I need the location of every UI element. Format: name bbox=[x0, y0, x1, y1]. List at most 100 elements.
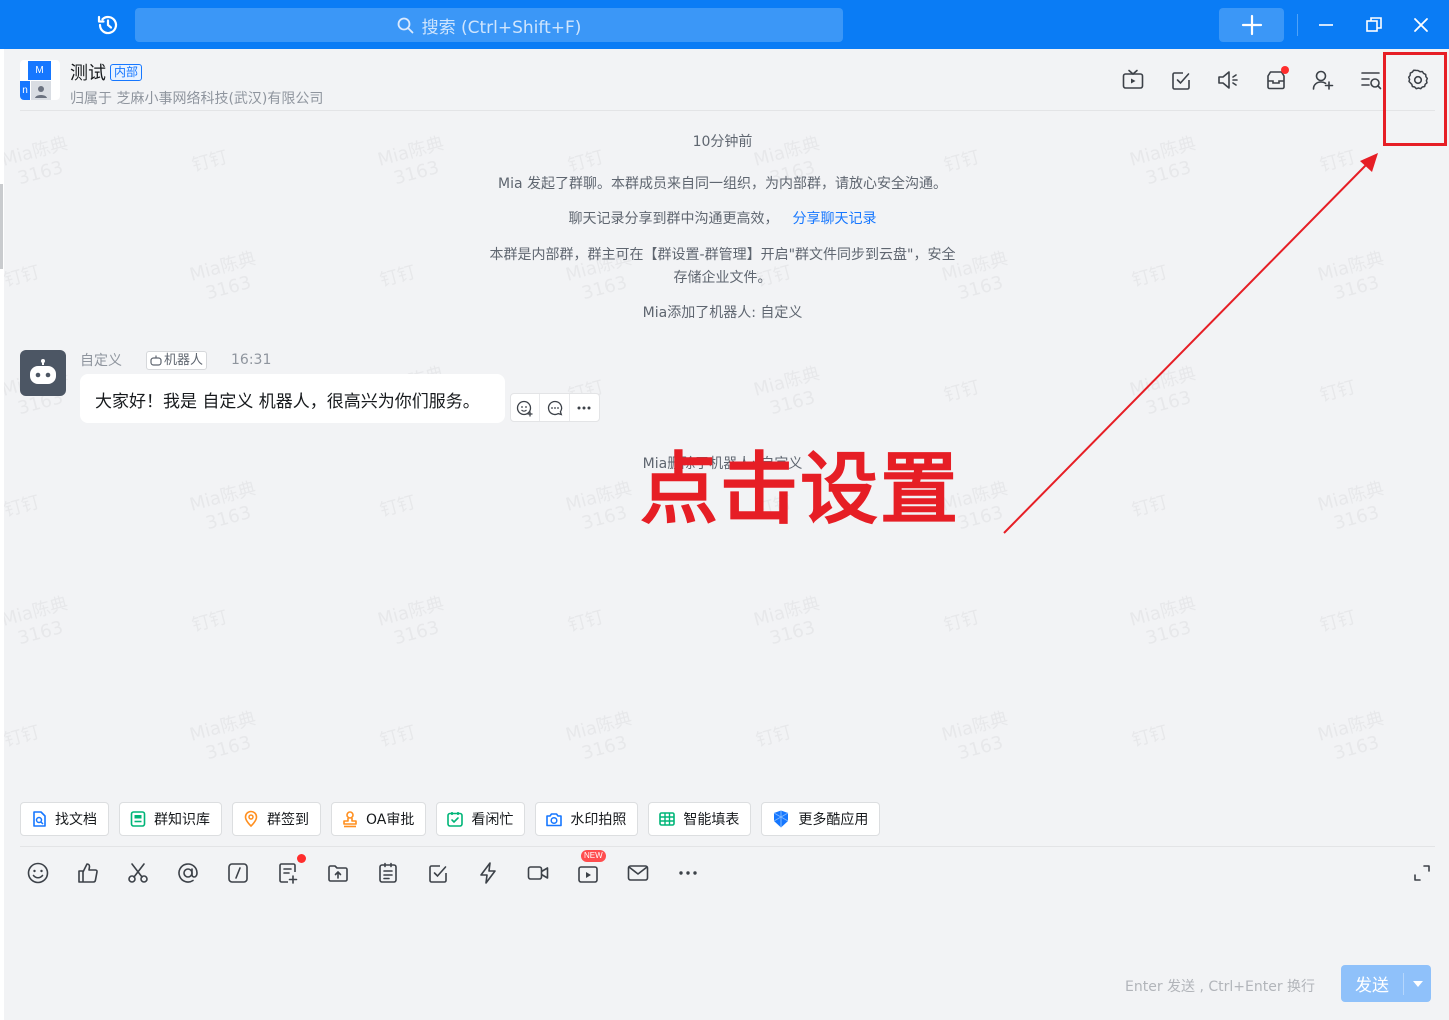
system-notice-line-2: 存储企业文件。 bbox=[673, 270, 772, 286]
minimize-icon bbox=[1319, 24, 1333, 26]
annotation-text: 点击设置 bbox=[640, 445, 961, 535]
announcement-icon[interactable] bbox=[1215, 67, 1241, 93]
watermark-tile: 钉钉 bbox=[378, 722, 418, 753]
sender-name[interactable]: 自定义 bbox=[80, 350, 122, 370]
doc-add-icon[interactable] bbox=[275, 860, 301, 886]
watermark-tile: Mia陈典3163 bbox=[1315, 478, 1392, 538]
camera-icon bbox=[546, 813, 563, 827]
internal-badge: 内部 bbox=[110, 63, 143, 81]
search-history-icon[interactable] bbox=[1358, 67, 1384, 93]
quick-app-watermark-camera[interactable]: 水印拍照 bbox=[535, 802, 639, 836]
video-call-icon[interactable] bbox=[525, 860, 551, 886]
quick-app-free-busy[interactable]: 看闲忙 bbox=[436, 802, 526, 836]
send-label: 发送 bbox=[1355, 976, 1389, 996]
quick-app-oa-approval[interactable]: OA审批 bbox=[331, 802, 427, 836]
watermark-name: Mia陈典 bbox=[1127, 593, 1199, 631]
watermark-brand: 钉钉 bbox=[1129, 491, 1170, 522]
calendar-check-icon bbox=[447, 812, 464, 827]
quick-app-label: 群签到 bbox=[267, 812, 309, 828]
history-icon[interactable] bbox=[95, 12, 121, 38]
reply-comment-icon[interactable] bbox=[540, 394, 570, 421]
minimize-button[interactable] bbox=[1313, 12, 1339, 38]
system-message-robot-added: Mia添加了机器人: 自定义 bbox=[642, 305, 803, 321]
robot-icon bbox=[30, 359, 56, 384]
send-options-chevron-icon[interactable] bbox=[1404, 980, 1431, 987]
tv-icon[interactable] bbox=[1120, 67, 1146, 93]
more-icon[interactable] bbox=[675, 860, 701, 886]
cool-apps-icon bbox=[774, 810, 789, 828]
search-placeholder: 搜索 (Ctrl+Shift+F) bbox=[421, 17, 582, 38]
watermark-id: 3163 bbox=[1331, 502, 1382, 535]
restore-icon bbox=[1366, 17, 1382, 32]
watermark-name: Mia陈典 bbox=[375, 593, 447, 631]
quick-app-smart-form[interactable]: 智能填表 bbox=[648, 802, 752, 836]
send-button[interactable]: 发送 bbox=[1341, 965, 1431, 1002]
watermark-tile: Mia陈典3163 bbox=[375, 593, 452, 653]
close-icon bbox=[1414, 18, 1428, 32]
plus-icon bbox=[1241, 14, 1262, 36]
inbox-unread-dot bbox=[1281, 66, 1289, 74]
send-hint: Enter 发送 , Ctrl+Enter 换行 bbox=[1125, 979, 1316, 995]
thumbs-up-icon[interactable] bbox=[75, 860, 101, 886]
oa-approval-icon bbox=[343, 811, 357, 828]
system-message-share: 聊天记录分享到群中沟通更高效， 分享聊天记录 bbox=[4, 208, 1441, 231]
watermark-tile: 钉钉 bbox=[942, 607, 982, 638]
watermark-id: 3163 bbox=[955, 732, 1006, 765]
avatar-tile-m: M bbox=[28, 61, 51, 80]
mention-icon[interactable] bbox=[175, 860, 201, 886]
title-bar: 搜索 (Ctrl+Shift+F) bbox=[0, 0, 1449, 49]
watermark-tile: Mia陈典3163 bbox=[751, 593, 828, 653]
robot-avatar[interactable] bbox=[20, 350, 66, 396]
close-button[interactable] bbox=[1408, 12, 1434, 38]
watermark-id: 3163 bbox=[767, 387, 818, 420]
expand-icon[interactable] bbox=[1409, 860, 1435, 886]
lightning-icon[interactable] bbox=[475, 860, 501, 886]
check-in-icon bbox=[244, 810, 258, 828]
create-button[interactable] bbox=[1219, 8, 1284, 42]
watermark-brand: 钉钉 bbox=[4, 721, 42, 752]
watermark-brand: 钉钉 bbox=[941, 606, 982, 637]
quick-app-more-cool-apps[interactable]: 更多酷应用 bbox=[761, 802, 881, 836]
quick-app-knowledge-base[interactable]: 群知识库 bbox=[119, 802, 222, 836]
watermark-tile: 钉钉 bbox=[754, 722, 794, 753]
task-check-icon[interactable] bbox=[1168, 67, 1194, 93]
add-member-icon[interactable] bbox=[1310, 67, 1336, 93]
annotation-highlight-box bbox=[1383, 52, 1447, 146]
watermark-tile: 钉钉 bbox=[4, 492, 42, 523]
watermark-id: 3163 bbox=[1331, 732, 1382, 765]
add-reaction-icon[interactable] bbox=[511, 394, 541, 421]
watermark-name: Mia陈典 bbox=[4, 593, 71, 631]
watermark-tile: 钉钉 bbox=[566, 607, 606, 638]
watermark-brand: 钉钉 bbox=[189, 606, 230, 637]
watermark-tile: 钉钉 bbox=[942, 377, 982, 408]
message-timestamp: 10分钟前 bbox=[692, 134, 753, 150]
watermark-id: 3163 bbox=[203, 732, 254, 765]
slash-command-icon[interactable] bbox=[225, 860, 251, 886]
schedule-icon[interactable] bbox=[375, 860, 401, 886]
watermark-tile: Mia陈典3163 bbox=[187, 478, 264, 538]
live-icon[interactable] bbox=[575, 860, 601, 886]
mail-icon[interactable] bbox=[625, 860, 651, 886]
file-upload-icon[interactable] bbox=[325, 860, 351, 886]
watermark-tile: Mia陈典3163 bbox=[563, 478, 640, 538]
share-chat-link[interactable]: 分享聊天记录 bbox=[793, 211, 877, 227]
watermark-tile: 钉钉 bbox=[1130, 722, 1170, 753]
message-header: 自定义 机器人 16:31 bbox=[80, 350, 271, 370]
watermark-tile: 钉钉 bbox=[1130, 492, 1170, 523]
avatar-tile-n: n bbox=[20, 81, 30, 100]
quick-app-check-in[interactable]: 群签到 bbox=[232, 802, 321, 836]
group-avatar[interactable]: M n bbox=[20, 60, 60, 100]
global-search-input[interactable]: 搜索 (Ctrl+Shift+F) bbox=[135, 8, 843, 42]
watermark-brand: 钉钉 bbox=[1317, 606, 1358, 637]
todo-check-icon[interactable] bbox=[425, 860, 451, 886]
inbox-icon[interactable] bbox=[1263, 66, 1289, 93]
quick-app-find-doc[interactable]: 找文档 bbox=[20, 802, 109, 836]
new-badge: NEW bbox=[581, 850, 606, 862]
emoji-icon[interactable] bbox=[25, 860, 51, 886]
restore-button[interactable] bbox=[1361, 12, 1387, 38]
quick-app-bar: 找文档 群知识库 群签到 OA审批 看闲忙 水印拍照 智能填表 更多酷应用 bbox=[20, 802, 881, 836]
message-bubble[interactable]: 大家好！我是 自定义 机器人，很高兴为你们服务。 bbox=[80, 374, 505, 423]
message-more-icon[interactable] bbox=[570, 394, 599, 421]
watermark-tile: Mia陈典3163 bbox=[1127, 363, 1204, 423]
scissors-icon[interactable] bbox=[125, 860, 151, 886]
